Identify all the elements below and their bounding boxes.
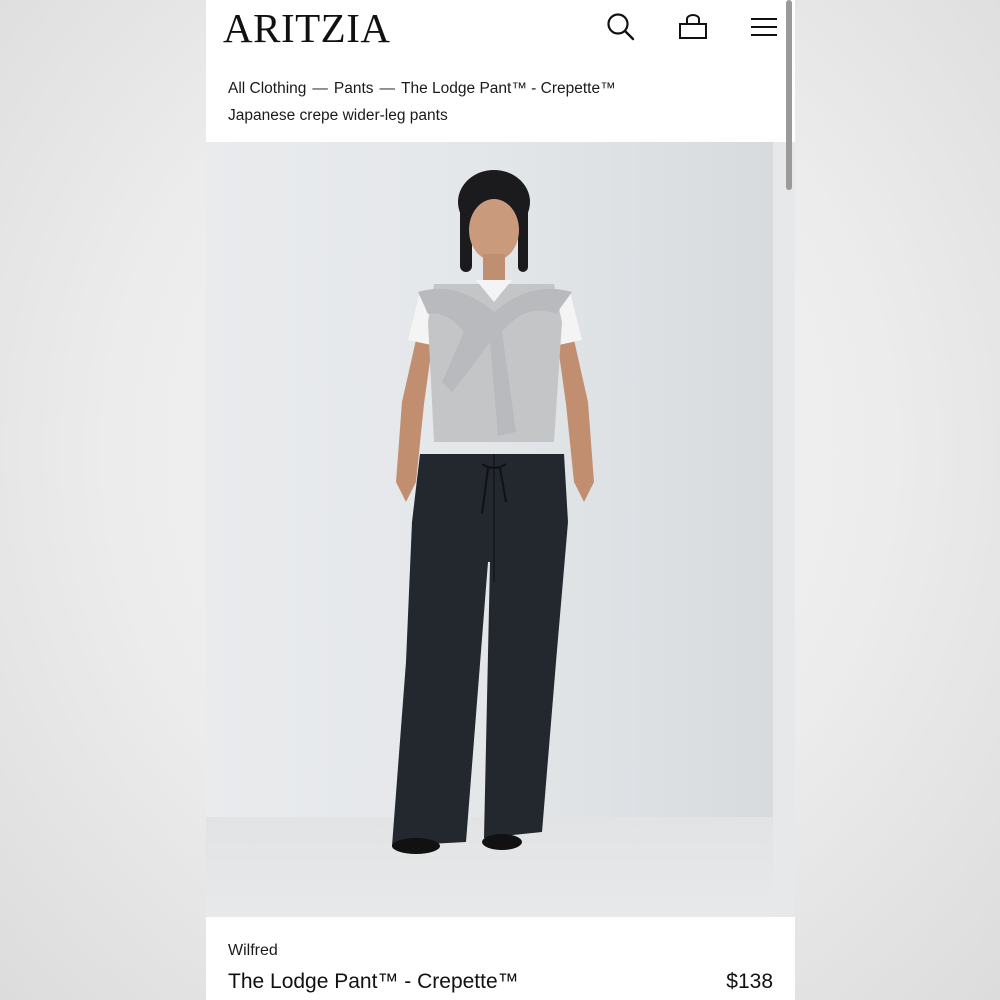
breadcrumb-separator: — bbox=[379, 80, 396, 97]
scrollbar[interactable] bbox=[786, 0, 792, 190]
breadcrumb: All Clothing — Pants — The Lodge Pant™ - Cre… bbox=[228, 79, 768, 99]
product-image[interactable] bbox=[206, 142, 795, 917]
breadcrumb-separator: — bbox=[312, 80, 328, 97]
breadcrumb-all-clothing[interactable]: All Clothing bbox=[228, 80, 306, 97]
product-brand[interactable]: Wilfred bbox=[228, 942, 278, 960]
aritzia-logo[interactable]: ARITZIA bbox=[223, 6, 390, 50]
menu-icon[interactable] bbox=[747, 10, 781, 44]
product-price: $138 bbox=[726, 970, 773, 993]
search-icon[interactable] bbox=[604, 10, 638, 44]
breadcrumb-current-product[interactable]: The Lodge Pant™ - Crepette™ bbox=[401, 80, 616, 97]
product-subtitle: Japanese crepe wider-leg pants bbox=[228, 107, 448, 124]
product-name: The Lodge Pant™ - Crepette™ bbox=[228, 970, 519, 993]
site-header: ARITZIA bbox=[206, 0, 795, 58]
bag-icon[interactable] bbox=[676, 10, 710, 44]
breadcrumb-pants[interactable]: Pants bbox=[334, 80, 374, 97]
product-page: ARITZIA All Clothing — Pants — The Lodge Pan… bbox=[206, 0, 795, 1000]
model-illustration bbox=[392, 170, 594, 854]
